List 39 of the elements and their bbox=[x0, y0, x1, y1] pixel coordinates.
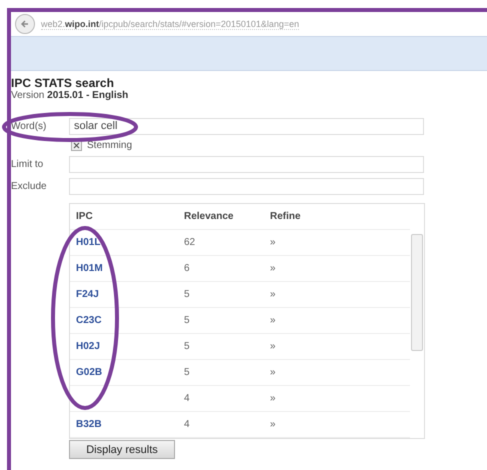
limit-field[interactable] bbox=[69, 156, 424, 172]
refine-link[interactable]: » bbox=[270, 393, 410, 404]
field-label: Word(s) bbox=[11, 120, 48, 132]
refine-link[interactable]: » bbox=[270, 341, 410, 352]
table-cell-text: 4 bbox=[184, 419, 191, 430]
words-field[interactable]: solar cell bbox=[69, 118, 424, 134]
table-cell-text: 62 bbox=[184, 237, 196, 248]
column-header: Refine bbox=[270, 211, 302, 222]
refine-link[interactable]: » bbox=[270, 289, 410, 300]
ipc-link[interactable]: H01M bbox=[76, 263, 184, 274]
column-header: IPC bbox=[76, 211, 94, 222]
refine-link[interactable]: » bbox=[270, 237, 410, 248]
ipc-link[interactable]: G02B bbox=[76, 367, 184, 378]
table-cell-text: 5 bbox=[184, 289, 191, 300]
page-title: IPC STATS search bbox=[11, 76, 115, 90]
field-label: Exclude bbox=[11, 180, 48, 192]
display-results-button[interactable]: Display results bbox=[69, 440, 175, 459]
refine-link[interactable]: » bbox=[270, 263, 410, 274]
ipc-link[interactable]: H01L bbox=[76, 237, 184, 248]
table-cell-text: 6 bbox=[184, 263, 191, 274]
table-cell-text: 5 bbox=[184, 315, 191, 326]
ipc-link[interactable]: B32B bbox=[76, 419, 184, 430]
refine-link[interactable]: » bbox=[270, 367, 410, 378]
field-label: Limit to bbox=[11, 158, 44, 170]
exclude-field[interactable] bbox=[69, 178, 424, 194]
checkbox-label: Stemming bbox=[87, 140, 132, 150]
refine-link[interactable]: » bbox=[270, 419, 410, 430]
ipc-link[interactable]: F24J bbox=[76, 289, 184, 300]
address-bar[interactable]: web2.wipo.int/ipcpub/search/stats/#version=20150101&lang=en bbox=[41, 18, 300, 30]
back-button[interactable] bbox=[15, 14, 35, 34]
refine-link[interactable]: » bbox=[270, 315, 410, 326]
ipc-link[interactable]: H02J bbox=[76, 341, 184, 352]
back-arrow-icon bbox=[20, 19, 30, 29]
column-header: Relevance bbox=[184, 211, 234, 222]
table-cell-text: 4 bbox=[184, 393, 191, 404]
version-text: Version 2015.01 - English bbox=[11, 90, 130, 101]
table-cell-text: 5 bbox=[184, 341, 191, 352]
ipc-link[interactable]: C23C bbox=[76, 315, 184, 326]
table-cell-text: 5 bbox=[184, 367, 191, 378]
